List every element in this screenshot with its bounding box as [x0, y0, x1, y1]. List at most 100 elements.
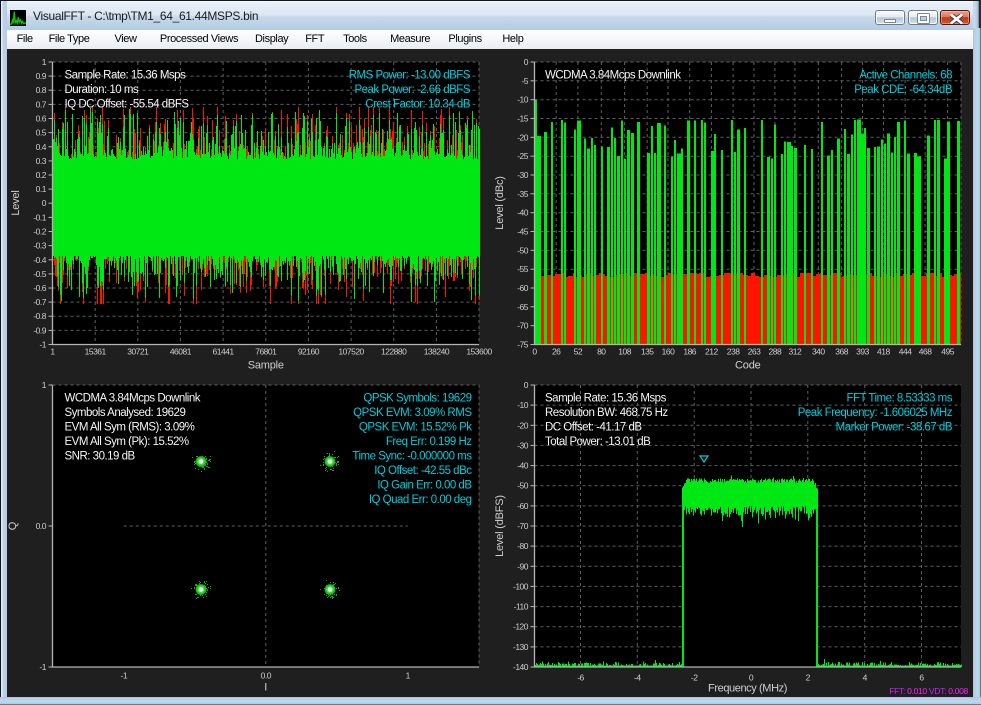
svg-text:0.8: 0.8 [36, 85, 47, 95]
svg-text:238: 238 [727, 347, 740, 357]
svg-text:-120: -120 [513, 622, 529, 632]
svg-text:1: 1 [50, 347, 55, 357]
svg-text:Time Sync: -0.000000 ms: Time Sync: -0.000000 ms [352, 451, 472, 463]
svg-text:15361: 15361 [85, 347, 107, 357]
svg-text:Resolution BW: 468.75 Hz: Resolution BW: 468.75 Hz [545, 407, 668, 419]
svg-text:IQ Quad Err: 0.00 deg: IQ Quad Err: 0.00 deg [369, 494, 472, 506]
svg-text:61441: 61441 [213, 347, 235, 357]
svg-text:EVM All Sym (Pk): 15.52%: EVM All Sym (Pk): 15.52% [65, 436, 189, 448]
svg-text:288: 288 [769, 347, 782, 357]
svg-text:-30: -30 [517, 440, 529, 450]
svg-text:-65: -65 [517, 302, 529, 312]
svg-text:Peak Power: -2.66 dBFS: Peak Power: -2.66 dBFS [354, 84, 470, 96]
svg-text:-90: -90 [517, 561, 529, 571]
svg-text:IQ Gain Err: 0.00 dB: IQ Gain Err: 0.00 dB [377, 480, 472, 492]
svg-text:0: 0 [749, 673, 754, 683]
svg-text:Code: Code [735, 360, 761, 372]
svg-text:-70: -70 [517, 321, 529, 331]
svg-text:-1: -1 [39, 662, 46, 672]
svg-text:30721: 30721 [127, 347, 149, 357]
svg-text:0.2: 0.2 [36, 170, 47, 180]
svg-text:4: 4 [863, 673, 868, 683]
svg-text:0.3: 0.3 [36, 156, 47, 166]
svg-text:Sample Rate: 15.36 Msps: Sample Rate: 15.36 Msps [65, 70, 187, 82]
svg-text:0.1: 0.1 [36, 184, 47, 194]
svg-text:0.0: 0.0 [261, 671, 272, 681]
svg-text:-40: -40 [517, 208, 529, 218]
svg-text:-80: -80 [517, 541, 529, 551]
svg-text:-0.1: -0.1 [33, 212, 46, 222]
svg-text:-0.8: -0.8 [33, 311, 46, 321]
svg-text:-50: -50 [517, 245, 529, 255]
svg-text:Active Channels: 68: Active Channels: 68 [859, 70, 952, 82]
svg-text:Duration: 10 ms: Duration: 10 ms [65, 84, 139, 96]
svg-text:186: 186 [683, 347, 696, 357]
svg-text:-45: -45 [517, 227, 529, 237]
svg-text:Level (dBc): Level (dBc) [494, 176, 506, 229]
svg-text:368: 368 [835, 347, 848, 357]
svg-text:-0.4: -0.4 [33, 255, 46, 265]
svg-text:-0.6: -0.6 [33, 283, 46, 293]
svg-text:6: 6 [919, 673, 924, 683]
svg-text:340: 340 [812, 347, 825, 357]
svg-text:46081: 46081 [170, 347, 192, 357]
svg-text:FFT: 0.010 VDT: 0.008: FFT: 0.010 VDT: 0.008 [889, 686, 968, 696]
svg-text:92160: 92160 [298, 347, 320, 357]
svg-text:-30: -30 [517, 170, 529, 180]
svg-text:-20: -20 [517, 132, 529, 142]
svg-text:-50: -50 [517, 481, 529, 491]
svg-text:Peak CDE: -64.34dB: Peak CDE: -64.34dB [854, 84, 953, 96]
svg-text:80: 80 [597, 347, 606, 357]
svg-text:-0.7: -0.7 [33, 297, 46, 307]
svg-text:-0.9: -0.9 [33, 325, 46, 335]
svg-text:-1: -1 [121, 671, 128, 681]
svg-text:-140: -140 [513, 662, 529, 672]
svg-text:1: 1 [42, 57, 47, 67]
svg-text:IQ DC Offset: -55.54 dBFS: IQ DC Offset: -55.54 dBFS [65, 99, 190, 111]
svg-text:RMS Power: -13.00 dBFS: RMS Power: -13.00 dBFS [349, 70, 471, 82]
svg-text:-130: -130 [513, 642, 529, 652]
svg-text:495: 495 [941, 347, 954, 357]
svg-text:-5: -5 [521, 76, 528, 86]
svg-text:Total Power: -13.01 dB: Total Power: -13.01 dB [545, 436, 651, 448]
svg-text:135: 135 [641, 347, 654, 357]
svg-text:-20: -20 [517, 420, 529, 430]
svg-text:1: 1 [406, 671, 411, 681]
svg-text:0.5: 0.5 [36, 128, 47, 138]
svg-text:418: 418 [877, 347, 890, 357]
svg-text:-10: -10 [517, 400, 529, 410]
svg-text:-40: -40 [517, 461, 529, 471]
svg-text:153600: 153600 [466, 347, 492, 357]
svg-text:EVM All Sym (RMS): 3.09%: EVM All Sym (RMS): 3.09% [65, 422, 195, 434]
svg-text:-2: -2 [691, 673, 698, 683]
svg-text:-25: -25 [517, 151, 529, 161]
svg-text:212: 212 [705, 347, 718, 357]
svg-text:Sample: Sample [248, 360, 284, 372]
svg-text:WCDMA 3.84Mcps Downlink: WCDMA 3.84Mcps Downlink [545, 70, 681, 82]
svg-text:107520: 107520 [338, 347, 364, 357]
svg-text:Crest Factor: 10.34 dB: Crest Factor: 10.34 dB [365, 99, 471, 111]
svg-text:26: 26 [552, 347, 561, 357]
svg-text:-100: -100 [513, 581, 529, 591]
svg-text:138240: 138240 [424, 347, 450, 357]
svg-text:-6: -6 [577, 673, 584, 683]
svg-text:76801: 76801 [255, 347, 277, 357]
svg-text:-0.2: -0.2 [33, 227, 46, 237]
svg-text:0.7: 0.7 [36, 99, 47, 109]
svg-text:0: 0 [524, 380, 529, 390]
svg-text:DC Offset: -41.17 dB: DC Offset: -41.17 dB [545, 422, 642, 434]
svg-text:Level: Level [10, 190, 22, 215]
svg-text:FFT Time: 8.53333 ms: FFT Time: 8.53333 ms [847, 393, 953, 405]
svg-text:160: 160 [662, 347, 675, 357]
svg-text:-60: -60 [517, 283, 529, 293]
svg-text:Q: Q [7, 521, 19, 530]
svg-text:468: 468 [919, 347, 932, 357]
svg-text:Symbols Analysed: 19629: Symbols Analysed: 19629 [65, 407, 186, 419]
svg-text:444: 444 [899, 347, 912, 357]
svg-text:2: 2 [806, 673, 811, 683]
svg-text:0.9: 0.9 [36, 71, 47, 81]
svg-text:0: 0 [524, 57, 529, 67]
svg-text:52: 52 [574, 347, 583, 357]
svg-text:-0.5: -0.5 [33, 269, 46, 279]
svg-text:263: 263 [748, 347, 761, 357]
